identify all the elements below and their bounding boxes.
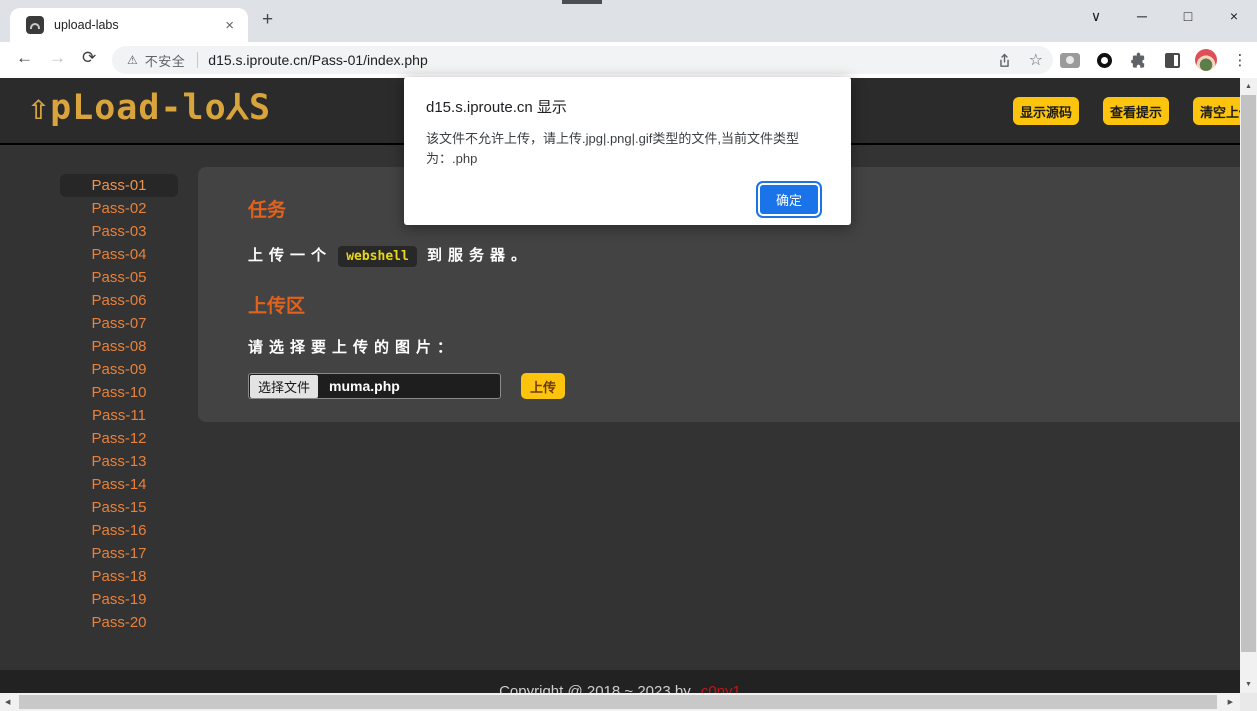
tab-search-chevron-icon[interactable]: ∨	[1073, 8, 1119, 25]
sidebar-item-pass-09[interactable]: Pass-09	[60, 358, 178, 381]
maximize-button[interactable]: □	[1165, 8, 1211, 24]
sidebar-item-pass-01[interactable]: Pass-01	[60, 174, 178, 197]
upload-labs-favicon-icon	[26, 16, 44, 34]
sidebar-item-pass-06[interactable]: Pass-06	[60, 289, 178, 312]
upload-row: 选择文件 muma.php 上传	[248, 373, 1257, 399]
js-alert-dialog: d15.s.iproute.cn 显示 该文件不允许上传，请上传.jpg|.pn…	[404, 77, 851, 225]
sidebar-item-pass-12[interactable]: Pass-12	[60, 427, 178, 450]
dialog-title: d15.s.iproute.cn 显示	[426, 96, 829, 117]
sidebar-item-pass-14[interactable]: Pass-14	[60, 473, 178, 496]
sidebar-item-pass-04[interactable]: Pass-04	[60, 243, 178, 266]
sidebar-item-pass-20[interactable]: Pass-20	[60, 611, 178, 634]
dialog-actions: 确定	[426, 183, 829, 216]
scroll-right-icon[interactable]: ▶	[1228, 698, 1233, 706]
share-icon[interactable]	[996, 52, 1013, 69]
view-hint-button[interactable]: 查看提示	[1103, 97, 1169, 125]
url-text[interactable]: d15.s.iproute.cn/Pass-01/index.php	[208, 52, 995, 68]
pass-nav: Pass-01Pass-02Pass-03Pass-04Pass-05Pass-…	[60, 174, 178, 634]
task-text-after: 到服务器。	[427, 247, 532, 264]
selected-file-name: muma.php	[329, 378, 400, 394]
bookmark-star-icon[interactable]: ☆	[1029, 50, 1043, 70]
tab-title: upload-labs	[54, 18, 225, 32]
vertical-scrollbar-thumb[interactable]	[1241, 95, 1256, 652]
sidebar-item-pass-19[interactable]: Pass-19	[60, 588, 178, 611]
upload-prompt: 请选择要上传的图片：	[248, 336, 1257, 357]
browser-menu-icon[interactable]: ⋮	[1229, 49, 1251, 71]
back-button[interactable]: ←	[16, 48, 33, 68]
task-text-before: 上传一个	[248, 247, 332, 264]
window-controls: ∨ ─ □ ×	[1073, 0, 1257, 32]
puzzle-extensions-icon[interactable]	[1127, 49, 1149, 71]
vertical-scrollbar[interactable]: ▲ ▼	[1240, 78, 1257, 693]
dialog-message: 该文件不允许上传，请上传.jpg|.png|.gif类型的文件,当前文件类型为：…	[426, 129, 832, 169]
horizontal-scrollbar-thumb[interactable]	[19, 695, 1217, 709]
window-close-button[interactable]: ×	[1211, 8, 1257, 24]
header-buttons: 显示源码 查看提示 清空上传文件	[1013, 97, 1257, 125]
scroll-up-icon[interactable]: ▲	[1240, 83, 1257, 90]
omnibox-separator	[197, 52, 198, 68]
browser-tab[interactable]: upload-labs ×	[10, 8, 248, 42]
upload-area-heading: 上传区	[248, 291, 1257, 318]
show-source-button[interactable]: 显示源码	[1013, 97, 1079, 125]
not-secure-warning-icon: ⚠	[127, 53, 138, 67]
new-tab-button[interactable]: +	[262, 9, 273, 31]
sidebar-item-pass-18[interactable]: Pass-18	[60, 565, 178, 588]
file-input[interactable]: 选择文件 muma.php	[248, 373, 501, 399]
scroll-left-icon[interactable]: ◀	[5, 698, 10, 706]
sidebar-item-pass-07[interactable]: Pass-07	[60, 312, 178, 335]
profile-avatar[interactable]	[1195, 49, 1217, 71]
sidebar-item-pass-10[interactable]: Pass-10	[60, 381, 178, 404]
screen-artifact	[562, 0, 602, 4]
upload-button[interactable]: 上传	[521, 373, 565, 399]
address-bar[interactable]: ⚠ 不安全 d15.s.iproute.cn/Pass-01/index.php…	[112, 46, 1053, 74]
sidebar-item-pass-15[interactable]: Pass-15	[60, 496, 178, 519]
sidebar-item-pass-03[interactable]: Pass-03	[60, 220, 178, 243]
omnibox-actions: ☆	[996, 50, 1043, 70]
horizontal-scrollbar[interactable]: ◀ ▶	[0, 693, 1240, 711]
webshell-code-chip: webshell	[338, 246, 417, 267]
sidebar-item-pass-08[interactable]: Pass-08	[60, 335, 178, 358]
scrollbar-corner	[1240, 693, 1257, 711]
sidebar-item-pass-11[interactable]: Pass-11	[60, 404, 178, 427]
sidebar-item-pass-05[interactable]: Pass-05	[60, 266, 178, 289]
tab-strip: upload-labs × + ∨ ─ □ ×	[0, 0, 1257, 42]
camera-extension-icon[interactable]	[1059, 49, 1081, 71]
ring-extension-icon[interactable]	[1093, 49, 1115, 71]
sidebar-item-pass-17[interactable]: Pass-17	[60, 542, 178, 565]
side-panel-extension-icon[interactable]	[1161, 49, 1183, 71]
browser-window: upload-labs × + ∨ ─ □ × ← → ⟳ ⚠ 不安全 d15.…	[0, 0, 1257, 711]
confirm-button[interactable]: 确定	[758, 183, 820, 216]
forward-button[interactable]: →	[49, 48, 66, 68]
sidebar-item-pass-13[interactable]: Pass-13	[60, 450, 178, 473]
upload-labs-logo: ⇧pLoad-lo⅄S	[28, 88, 271, 128]
sidebar-item-pass-16[interactable]: Pass-16	[60, 519, 178, 542]
refresh-button[interactable]: ⟳	[82, 48, 96, 68]
sidebar-item-pass-02[interactable]: Pass-02	[60, 197, 178, 220]
scroll-down-icon[interactable]: ▼	[1240, 681, 1257, 688]
tab-close-icon[interactable]: ×	[225, 17, 234, 34]
extension-area: ⋮	[1059, 46, 1251, 74]
choose-file-button[interactable]: 选择文件	[250, 375, 318, 398]
favicon-arc	[30, 23, 40, 29]
minimize-button[interactable]: ─	[1119, 8, 1165, 24]
task-description: 上传一个 webshell 到服务器。	[248, 244, 1257, 265]
security-label: 不安全	[145, 51, 186, 70]
